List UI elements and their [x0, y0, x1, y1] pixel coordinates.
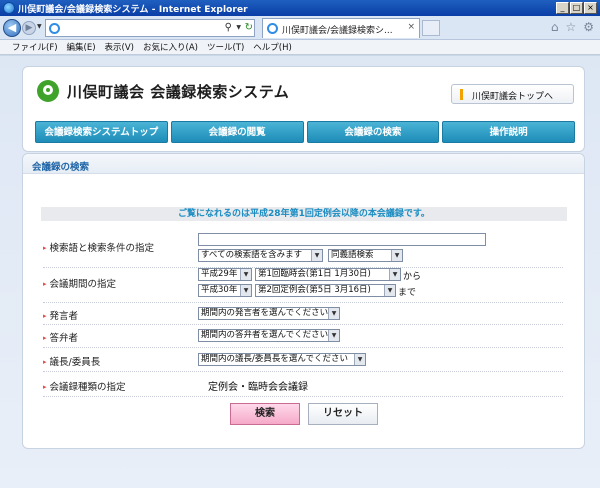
- answerer-label: 答弁者: [43, 330, 79, 344]
- period-from-session-select[interactable]: 第1回臨時会(第1日 1月30日) ▼: [255, 268, 401, 281]
- period-to-suffix: まで: [398, 288, 417, 298]
- divider: [43, 302, 563, 303]
- close-button[interactable]: ×: [584, 2, 597, 14]
- search-panel: 会議録の検索 ご覧になれるのは平成28年第1回定例会以降の本会議録です。 検索語…: [22, 153, 585, 449]
- period-from-suffix: から: [403, 272, 422, 282]
- back-icon[interactable]: ◀: [3, 19, 21, 37]
- window-title: 川俣町議会/会議録検索システム - Internet Explorer: [18, 4, 248, 15]
- availability-notice: ご覧になれるのは平成28年第1回定例会以降の本会議録です。: [41, 207, 567, 221]
- period-to-session-select[interactable]: 第2回定例会(第5日 3月16日) ▼: [255, 284, 396, 297]
- address-bar[interactable]: ⚲ ▼ ↻: [45, 19, 255, 37]
- chevron-down-icon: ▼: [328, 308, 339, 319]
- chevron-down-icon: ▼: [384, 285, 395, 296]
- menu-help[interactable]: ヘルプ(H): [253, 41, 292, 53]
- search-icon[interactable]: ⚲: [225, 22, 232, 33]
- chevron-down-icon: ▼: [311, 250, 322, 261]
- divider: [43, 347, 563, 348]
- keyword-label: 検索語と検索条件の指定: [43, 240, 155, 254]
- maximize-button[interactable]: □: [570, 2, 583, 14]
- tab-title: 川俣町議会/会議録検索シ...: [282, 26, 393, 36]
- site-title: 川俣町議会 会議録検索システム: [67, 83, 290, 101]
- speaker-select-value: 期間内の発言者を選んでください: [201, 308, 329, 318]
- favorites-star-icon[interactable]: ☆: [565, 20, 576, 34]
- address-dropdown-icon[interactable]: ▼: [236, 24, 241, 31]
- speaker-select[interactable]: 期間内の発言者を選んでください ▼: [198, 307, 340, 320]
- chair-label: 議長/委員長: [43, 354, 101, 368]
- chevron-down-icon: ▼: [354, 354, 365, 365]
- tab-close-icon[interactable]: ×: [407, 22, 415, 32]
- period-from-year-value: 平成29年: [201, 269, 238, 279]
- window-title-bar: 川俣町議会/会議録検索システム - Internet Explorer _ □ …: [0, 0, 600, 16]
- chair-select[interactable]: 期間内の議長/委員長を選んでください ▼: [198, 353, 366, 366]
- condition-select-value: すべての検索語を含みます: [201, 250, 303, 260]
- nav-system-top[interactable]: 会議録検索システムトップ: [35, 121, 168, 143]
- search-button[interactable]: 検索: [230, 403, 300, 425]
- minimize-button[interactable]: _: [556, 2, 569, 14]
- record-type-label: 会議録種類の指定: [43, 379, 126, 393]
- panel-title-bar: 会議録の検索: [23, 154, 584, 174]
- window-controls: _ □ ×: [556, 2, 597, 14]
- synonym-select[interactable]: 同義語検索 ▼: [328, 249, 403, 262]
- period-to-year-value: 平成30年: [201, 285, 238, 295]
- chevron-down-icon: ▼: [391, 250, 402, 261]
- divider: [43, 324, 563, 325]
- new-tab-button[interactable]: [422, 20, 440, 36]
- nav-search[interactable]: 会議録の検索: [306, 121, 440, 143]
- settings-gear-icon[interactable]: ⚙: [583, 20, 594, 34]
- browser-right-icons: ⌂ ☆ ⚙: [551, 20, 594, 34]
- browser-tab[interactable]: 川俣町議会/会議録検索シ... ×: [262, 18, 420, 38]
- link-marker-icon: [460, 89, 463, 100]
- period-to-year-select[interactable]: 平成30年 ▼: [198, 284, 252, 297]
- period-from-year-select[interactable]: 平成29年 ▼: [198, 268, 252, 281]
- ie-logo-icon: [3, 2, 15, 14]
- council-top-link-label: 川俣町議会トップへ: [472, 92, 554, 102]
- divider: [43, 371, 563, 372]
- home-icon[interactable]: ⌂: [551, 20, 559, 34]
- refresh-icon[interactable]: ↻: [245, 22, 253, 33]
- panel-title: 会議録の検索: [32, 162, 90, 173]
- menu-tools[interactable]: ツール(T): [207, 41, 244, 53]
- menu-bar: ファイル(F) 編集(E) 表示(V) お気に入り(A) ツール(T) ヘルプ(…: [0, 40, 600, 55]
- chair-select-value: 期間内の議長/委員長を選んでください: [201, 354, 348, 364]
- chevron-down-icon: ▼: [389, 269, 400, 280]
- council-top-link[interactable]: 川俣町議会トップへ: [451, 84, 574, 104]
- nav-browse[interactable]: 会議録の閲覧: [170, 121, 304, 143]
- menu-file[interactable]: ファイル(F): [12, 41, 58, 53]
- period-label: 会議期間の指定: [43, 276, 117, 290]
- history-dropdown-icon[interactable]: ▼: [37, 23, 42, 30]
- menu-edit[interactable]: 編集(E): [67, 41, 96, 53]
- page-viewport: 川俣町議会 会議録検索システム 川俣町議会トップへ 会議録検索システムトップ 会…: [0, 56, 600, 488]
- nav-help[interactable]: 操作説明: [442, 121, 575, 143]
- divider: [43, 396, 563, 397]
- reset-button[interactable]: リセット: [308, 403, 378, 425]
- keyword-input[interactable]: [198, 233, 486, 246]
- menu-favorites[interactable]: お気に入り(A): [143, 41, 198, 53]
- town-logo-icon: [37, 80, 59, 102]
- answerer-select-value: 期間内の答弁者を選んでください: [201, 330, 329, 340]
- menu-view[interactable]: 表示(V): [105, 41, 134, 53]
- speaker-label: 発言者: [43, 308, 79, 322]
- period-to-session-value: 第2回定例会(第5日 3月16日): [258, 285, 371, 295]
- forward-icon[interactable]: ▶: [22, 21, 36, 35]
- record-type-value: 定例会・臨時会会議録: [208, 382, 308, 393]
- main-nav: 会議録検索システムトップ 会議録の閲覧 会議録の検索 操作説明: [35, 121, 575, 143]
- page-icon: [49, 23, 60, 34]
- browser-toolbar: ◀ ▶ ▼ ⚲ ▼ ↻ 川俣町議会/会議録検索シ... × ⌂ ☆ ⚙: [0, 16, 600, 40]
- period-from-session-value: 第1回臨時会(第1日 1月30日): [258, 269, 371, 279]
- chevron-down-icon: ▼: [240, 285, 251, 296]
- answerer-select[interactable]: 期間内の答弁者を選んでください ▼: [198, 329, 340, 342]
- site-header: 川俣町議会 会議録検索システム 川俣町議会トップへ 会議録検索システムトップ 会…: [22, 66, 585, 152]
- tab-page-icon: [267, 23, 278, 34]
- synonym-select-value: 同義語検索: [331, 250, 374, 260]
- chevron-down-icon: ▼: [328, 330, 339, 341]
- condition-select[interactable]: すべての検索語を含みます ▼: [198, 249, 323, 262]
- chevron-down-icon: ▼: [240, 269, 251, 280]
